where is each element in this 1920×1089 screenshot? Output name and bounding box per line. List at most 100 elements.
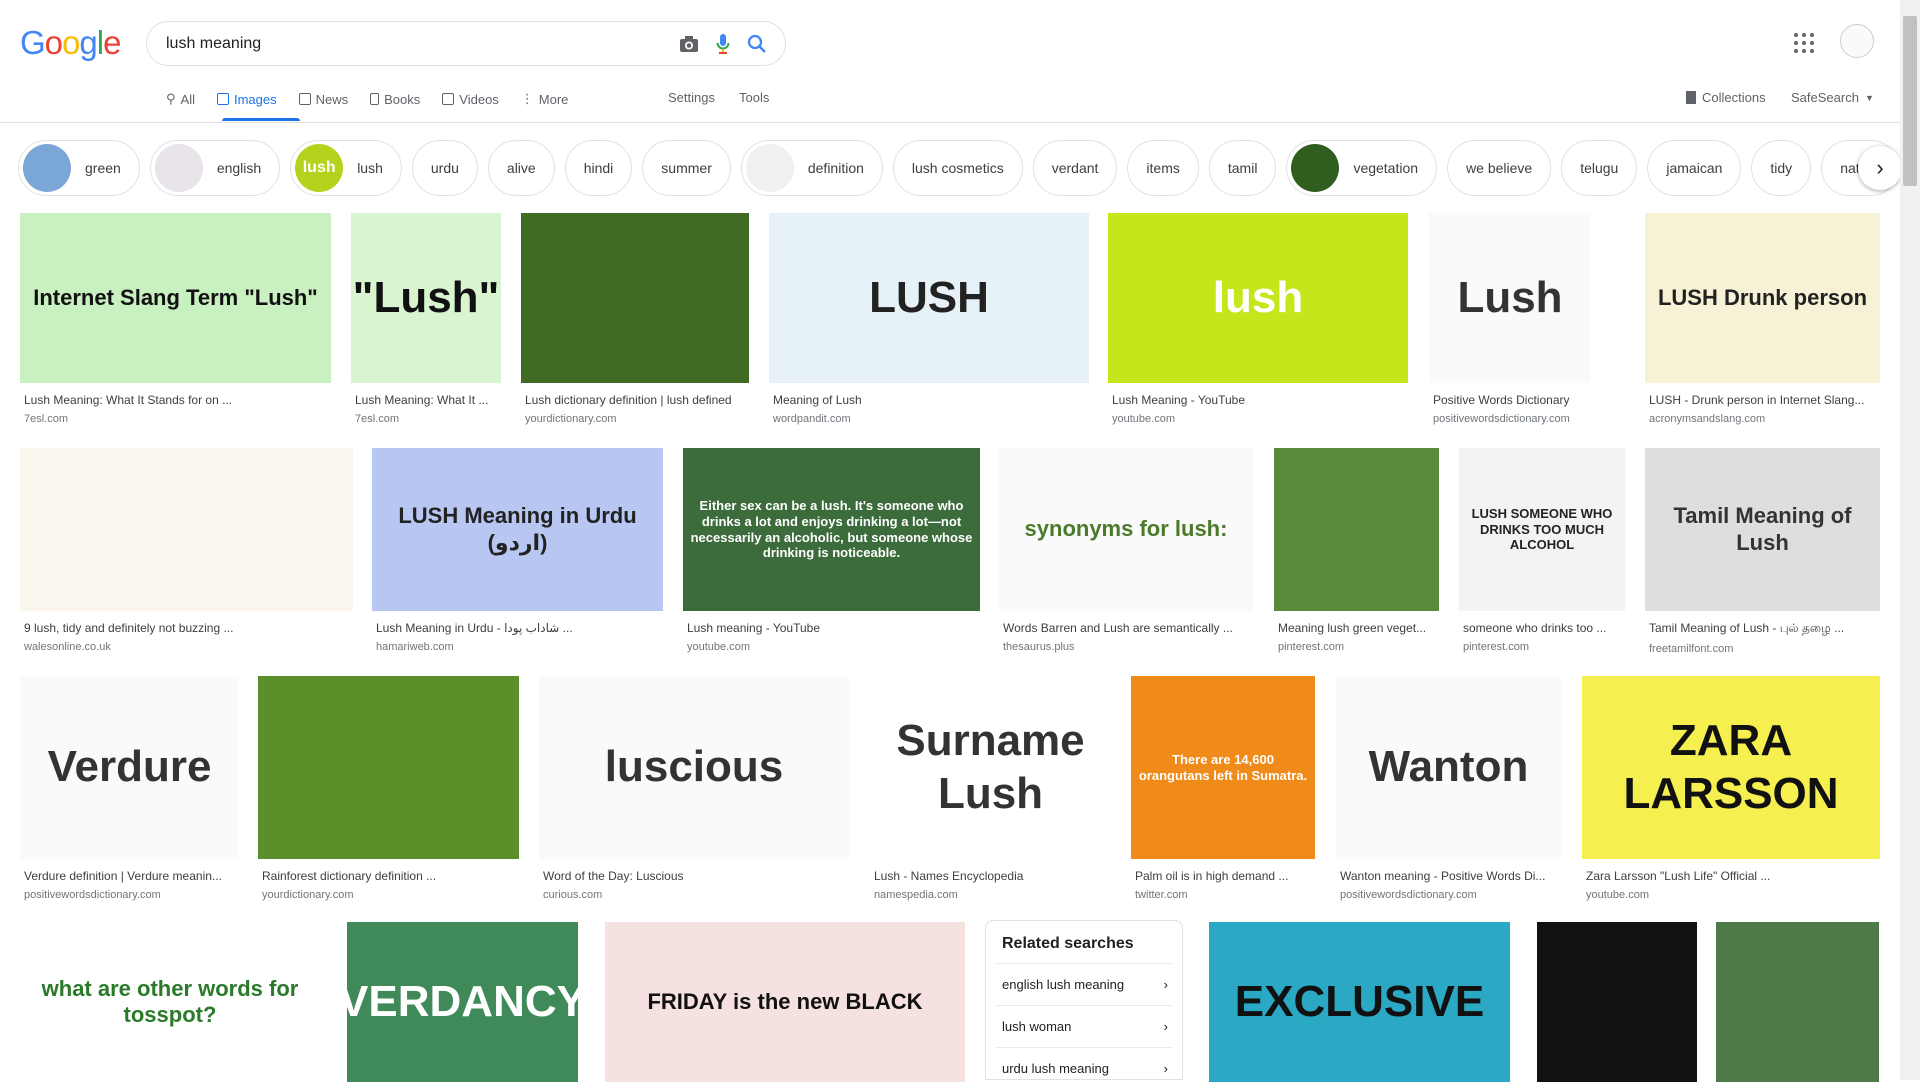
image-result[interactable] [1537,922,1697,1082]
result-thumbnail[interactable]: LUSH [769,213,1089,383]
result-thumbnail[interactable]: ZARA LARSSON [1582,676,1880,859]
result-title[interactable]: Lush Meaning: What It ... [351,393,501,407]
result-thumbnail[interactable] [20,448,353,611]
image-result[interactable]: FRIDAY is the new BLACK [605,922,965,1082]
image-result[interactable]: Lush Positive Words Dictionary positivewor… [1429,213,1591,425]
result-thumbnail[interactable]: Lush [1429,213,1591,383]
result-title[interactable]: Palm oil is in high demand ... [1131,869,1315,883]
chip-lush-cosmetics[interactable]: lush cosmetics [892,140,1023,196]
chevron-right-icon[interactable]: › [1858,146,1902,190]
chip-english[interactable]: english [149,140,281,196]
result-title[interactable]: Lush Meaning: What It Stands for on ... [20,393,331,407]
result-title[interactable]: Lush - Names Encyclopedia [870,869,1111,883]
search-icon[interactable] [745,32,769,56]
chip-jamaican[interactable]: jamaican [1647,140,1742,196]
result-title[interactable]: Lush meaning - YouTube [683,621,980,635]
result-thumbnail[interactable]: EXCLUSIVE [1209,922,1510,1082]
result-thumbnail[interactable]: Wanton [1336,676,1561,859]
chip-definition[interactable]: definition [740,140,883,196]
result-thumbnail[interactable]: Internet Slang Term "Lush" [20,213,331,383]
chip-green[interactable]: green [18,140,140,196]
apps-grid-icon[interactable] [1794,33,1814,53]
search-input[interactable] [166,32,646,56]
chip-vegetation[interactable]: vegetation [1286,140,1438,196]
image-result[interactable]: Tamil Meaning of Lush Tamil Meaning of Lu… [1645,448,1880,655]
google-logo[interactable]: Google [20,24,121,62]
result-thumbnail[interactable]: "Lush" [351,213,501,383]
result-title[interactable]: Lush Meaning in Urdu - شاداب پودا ... [372,621,663,635]
result-thumbnail[interactable]: LUSH Meaning in Urdu (اردو) [372,448,663,611]
chip-lush[interactable]: lush lush [290,140,402,196]
camera-icon[interactable] [677,32,701,56]
image-result[interactable]: LUSH Meaning in Urdu (اردو) Lush Meaning … [372,448,663,653]
image-result[interactable]: EXCLUSIVE [1209,922,1510,1082]
safesearch-menu[interactable]: SafeSearch ▼ [1791,90,1874,105]
result-thumbnail[interactable] [1274,448,1439,611]
image-result[interactable]: ZARA LARSSON Zara Larsson "Lush Life" Off… [1582,676,1880,901]
collections-link[interactable]: Collections [1686,90,1766,105]
result-title[interactable]: someone who drinks too ... [1459,621,1625,635]
image-result[interactable]: Lush dictionary definition | lush define… [521,213,749,425]
result-thumbnail[interactable]: luscious [539,676,849,859]
image-result[interactable]: VERDANCY [347,922,578,1082]
result-thumbnail[interactable] [521,213,749,383]
result-thumbnail[interactable]: synonyms for lush: [999,448,1253,611]
result-thumbnail[interactable]: LUSH SOMEONE WHO DRINKS TOO MUCH ALCOHOL [1459,448,1625,611]
result-thumbnail[interactable]: FRIDAY is the new BLACK [605,922,965,1082]
image-result[interactable]: LUSH Meaning of Lush wordpandit.com [769,213,1089,425]
result-title[interactable]: Meaning of Lush [769,393,1089,407]
chip-we-believe[interactable]: we believe [1447,140,1552,196]
result-title[interactable]: Positive Words Dictionary [1429,393,1591,407]
result-title[interactable]: Wanton meaning - Positive Words Di... [1336,869,1561,883]
image-result[interactable]: what are other words for tosspot? [20,922,320,1082]
result-title[interactable]: Verdure definition | Verdure meanin... [20,869,239,883]
image-result[interactable]: synonyms for lush: Words Barren and Lush … [999,448,1253,653]
image-result[interactable]: Internet Slang Term "Lush" Lush Meaning: … [20,213,331,425]
chip-verdant[interactable]: verdant [1032,140,1118,196]
chip-items[interactable]: items [1127,140,1199,196]
chip-tidy[interactable]: tidy [1751,140,1812,196]
result-thumbnail[interactable]: what are other words for tosspot? [20,922,320,1082]
tab-more[interactable]: ⋮ More [521,88,581,110]
chip-hindi[interactable]: hindi [564,140,633,196]
chip-tamil[interactable]: tamil [1208,140,1277,196]
chip-telugu[interactable]: telugu [1561,140,1638,196]
result-title[interactable]: Lush dictionary definition | lush define… [521,393,749,407]
result-thumbnail[interactable] [1537,922,1697,1082]
result-thumbnail[interactable] [258,676,519,859]
result-thumbnail[interactable]: lush [1108,213,1408,383]
tools-link[interactable]: Tools [739,90,769,105]
tab-news[interactable]: News [298,88,361,110]
image-result[interactable]: Surname Lush Lush - Names Encyclopedia nam… [870,676,1111,901]
result-title[interactable]: LUSH - Drunk person in Internet Slang... [1645,393,1880,407]
image-result[interactable]: There are 14,600 orangutans left in Suma… [1131,676,1315,901]
result-title[interactable]: Rainforest dictionary definition ... [258,869,519,883]
result-thumbnail[interactable]: Surname Lush [870,676,1111,859]
image-result[interactable]: lush Lush Meaning - YouTube youtube.com [1108,213,1408,425]
result-thumbnail[interactable]: Either sex can be a lush. It's someone w… [683,448,980,611]
scrollbar-thumb[interactable] [1903,16,1917,186]
image-result[interactable]: Meaning lush green veget... pinterest.com [1274,448,1439,653]
tab-books[interactable]: Books [370,88,432,110]
tab-all[interactable]: ⚲ All [166,88,207,110]
result-title[interactable]: Tamil Meaning of Lush - புல் தழை ... [1645,621,1880,637]
related-search-item[interactable]: english lush meaning › [996,963,1172,1005]
result-thumbnail[interactable]: Verdure [20,676,239,859]
result-thumbnail[interactable]: There are 14,600 orangutans left in Suma… [1131,676,1315,859]
image-result[interactable] [1716,922,1879,1082]
image-result[interactable]: LUSH SOMEONE WHO DRINKS TOO MUCH ALCOHOL… [1459,448,1625,653]
image-result[interactable]: LUSH Drunk person LUSH - Drunk person in … [1645,213,1880,425]
image-result[interactable]: Either sex can be a lush. It's someone w… [683,448,980,653]
result-title[interactable]: Words Barren and Lush are semantically .… [999,621,1253,635]
settings-link[interactable]: Settings [668,90,715,105]
related-search-item[interactable]: urdu lush meaning › [996,1047,1172,1089]
chip-urdu[interactable]: urdu [411,140,478,196]
result-title[interactable]: 9 lush, tidy and definitely not buzzing … [20,621,353,635]
result-thumbnail[interactable]: Tamil Meaning of Lush [1645,448,1880,611]
avatar[interactable] [1840,24,1874,58]
result-thumbnail[interactable] [1716,922,1879,1082]
tab-videos[interactable]: Videos [442,88,511,110]
result-title[interactable]: Meaning lush green veget... [1274,621,1439,635]
image-result[interactable]: Rainforest dictionary definition ... your… [258,676,519,901]
result-thumbnail[interactable]: LUSH Drunk person [1645,213,1880,383]
